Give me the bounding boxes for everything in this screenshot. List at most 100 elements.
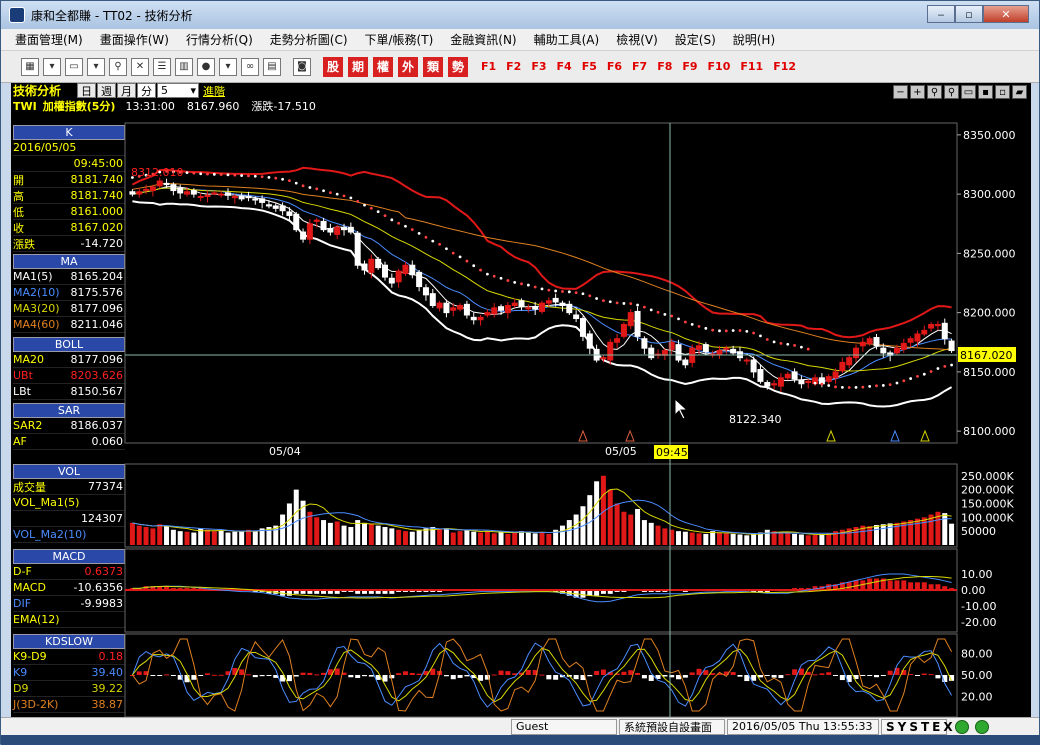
close-button[interactable]: ✕ xyxy=(983,5,1029,23)
candle-body xyxy=(224,192,231,196)
sar-dot xyxy=(240,174,244,177)
logo-icon[interactable]: ◙ xyxy=(293,57,311,76)
link-icon[interactable]: ∞ xyxy=(241,57,259,76)
tile-icon[interactable]: ☰ xyxy=(153,57,171,76)
candle-body xyxy=(866,338,873,344)
f3-button[interactable]: F3 xyxy=(531,60,546,73)
trend-button[interactable]: 勢 xyxy=(448,56,468,77)
kd-bar xyxy=(457,675,463,678)
menu-view[interactable]: 檢視(V) xyxy=(616,31,658,48)
toolbar: ▦ ▾ ▭ ▾ ⚲ ✕ ☰ ▥ ● ▾ ∞ ▤ ◙ 股 期 權 外 類 勢 F1… xyxy=(1,51,1039,83)
kd-bar xyxy=(170,675,176,676)
macd-histogram xyxy=(125,573,957,603)
chart-canvas[interactable]: 8350.000 8300.000 8250.000 8200.000 8150.000… xyxy=(11,83,1031,717)
menu-quote-analysis[interactable]: 行情分析(Q) xyxy=(186,31,253,48)
sar-dot xyxy=(642,305,646,309)
sar-dot xyxy=(875,384,878,388)
category-button[interactable]: 類 xyxy=(423,56,443,77)
dropdown-icon[interactable]: ▾ xyxy=(43,57,61,76)
kd-bar xyxy=(334,668,340,675)
y-tick-label: 8250.000 xyxy=(963,247,1016,260)
screen-status: 系統預設自設畫面 xyxy=(619,718,725,735)
f4-button[interactable]: F4 xyxy=(557,60,572,73)
volume-bar xyxy=(368,524,374,545)
volume-bar xyxy=(914,518,920,545)
f1-button[interactable]: F1 xyxy=(481,60,496,73)
close-window-icon[interactable]: ✕ xyxy=(131,57,149,76)
candle-body xyxy=(702,344,709,353)
search-icon[interactable]: ⚲ xyxy=(109,57,127,76)
monitor-icon[interactable]: ▭ xyxy=(65,57,83,76)
stock-button[interactable]: 股 xyxy=(323,56,343,77)
volume-bar xyxy=(136,525,142,545)
sar-dot xyxy=(588,294,592,298)
volume-bar xyxy=(751,533,757,545)
y-tick-label: 8350.000 xyxy=(963,129,1016,142)
grid-icon[interactable]: ▥ xyxy=(175,57,193,76)
candle-body xyxy=(238,195,245,200)
candle-body xyxy=(566,303,573,314)
volume-bar xyxy=(662,528,668,545)
futures-button[interactable]: 期 xyxy=(348,56,368,77)
sar-dot xyxy=(499,276,503,280)
candle-body xyxy=(184,191,191,195)
candle-body xyxy=(696,345,703,350)
coin-icon[interactable]: ● xyxy=(197,57,215,76)
dropdown-icon[interactable]: ▾ xyxy=(219,57,237,76)
candle-body xyxy=(791,371,798,380)
menu-screen-manage[interactable]: 畫面管理(M) xyxy=(15,31,83,48)
sar-dot xyxy=(199,172,203,176)
f9-button[interactable]: F9 xyxy=(682,60,697,73)
maximize-button[interactable]: ▫ xyxy=(955,5,983,23)
f6-button[interactable]: F6 xyxy=(607,60,622,73)
kd-bar xyxy=(355,675,361,678)
dropdown-icon[interactable]: ▾ xyxy=(87,57,105,76)
f11-button[interactable]: F11 xyxy=(740,60,763,73)
f5-button[interactable]: F5 xyxy=(582,60,597,73)
volume-bar xyxy=(744,535,750,545)
menu-tools[interactable]: 輔助工具(A) xyxy=(534,31,600,48)
image-icon[interactable]: ▤ xyxy=(263,57,281,76)
candle-body xyxy=(948,340,955,352)
sar-dot xyxy=(868,385,872,388)
kd-bar xyxy=(450,675,456,680)
layout-icon[interactable]: ▦ xyxy=(21,57,39,76)
menu-financial-info[interactable]: 金融資訊(N) xyxy=(450,31,516,48)
sar-dot xyxy=(602,299,605,303)
volume-bar xyxy=(880,524,886,545)
sar-dot xyxy=(185,171,189,175)
kd-bar xyxy=(218,674,224,676)
candle-body xyxy=(457,305,464,310)
title-bar[interactable]: 康和全都賺 - TT02 - 技術分析 ‒ ▫ ✕ xyxy=(1,1,1039,29)
candle-body xyxy=(839,361,846,372)
menu-order-account[interactable]: 下單/帳務(T) xyxy=(365,31,434,48)
macd-bar xyxy=(901,580,907,590)
foreign-button[interactable]: 外 xyxy=(398,56,418,77)
candle-body xyxy=(388,277,395,284)
sar-dot xyxy=(404,224,407,228)
volume-bar xyxy=(949,523,955,545)
menu-screen-operate[interactable]: 畫面操作(W) xyxy=(100,31,169,48)
volume-bar xyxy=(341,525,347,545)
volume-bar xyxy=(409,531,415,545)
minimize-button[interactable]: ‒ xyxy=(927,5,955,23)
sar-dot xyxy=(936,367,940,370)
volume-bar xyxy=(314,517,320,545)
menu-trend-chart[interactable]: 走勢分析圖(C) xyxy=(270,31,348,48)
f2-button[interactable]: F2 xyxy=(506,60,521,73)
macd-tick-label: -20.00 xyxy=(961,616,996,629)
candle-body xyxy=(265,204,272,207)
sar-dot xyxy=(192,171,196,175)
menu-settings[interactable]: 設定(S) xyxy=(675,31,716,48)
volume-bar xyxy=(573,514,579,545)
f12-button[interactable]: F12 xyxy=(773,60,796,73)
kd-bar xyxy=(491,674,497,676)
volume-bar xyxy=(389,528,395,545)
candle-body xyxy=(545,300,552,304)
menu-help[interactable]: 說明(H) xyxy=(733,31,775,48)
status-bar: Guest 系統預設自設畫面 2016/05/05 Thu 13:55:33 S… xyxy=(1,717,1039,735)
f7-button[interactable]: F7 xyxy=(632,60,647,73)
options-button[interactable]: 權 xyxy=(373,56,393,77)
f10-button[interactable]: F10 xyxy=(708,60,731,73)
f8-button[interactable]: F8 xyxy=(657,60,672,73)
